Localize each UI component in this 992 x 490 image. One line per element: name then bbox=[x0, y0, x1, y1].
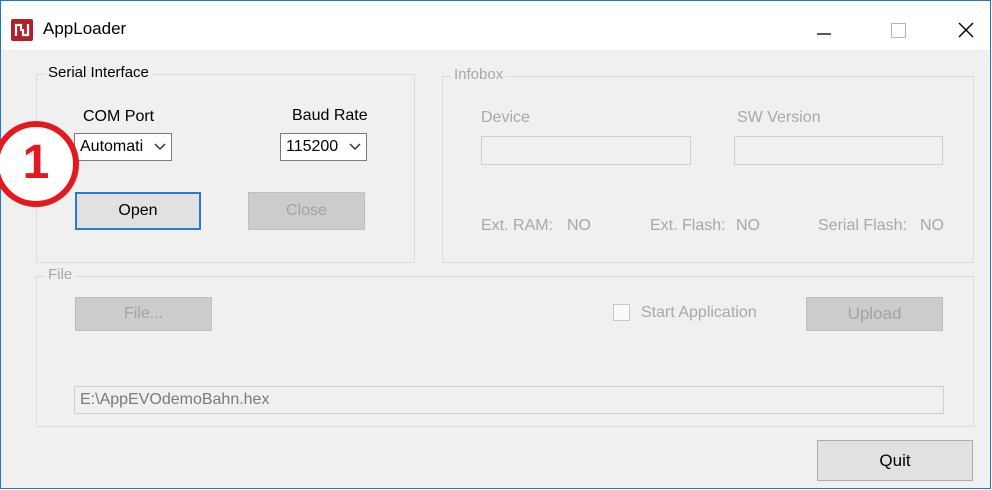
ext-flash-label: Ext. Flash: bbox=[650, 217, 726, 234]
open-button[interactable]: Open bbox=[75, 192, 201, 230]
file-label: File bbox=[45, 266, 76, 283]
maximize-icon bbox=[891, 23, 906, 38]
com-port-select[interactable]: Automati bbox=[74, 133, 172, 161]
start-application-label: Start Application bbox=[641, 304, 757, 321]
app-icon bbox=[11, 19, 33, 41]
ext-ram-label: Ext. RAM: bbox=[481, 217, 554, 234]
chevron-down-icon bbox=[154, 143, 166, 151]
minimize-icon bbox=[817, 33, 831, 35]
baud-rate-select[interactable]: 115200 bbox=[280, 133, 367, 161]
infobox-label: Infobox bbox=[451, 66, 507, 83]
serial-flash-label: Serial Flash: bbox=[818, 217, 907, 234]
minimize-button[interactable] bbox=[803, 15, 843, 45]
file-path-value: E:\AppEVOdemoBahn.hex bbox=[80, 391, 270, 408]
close-window-button[interactable] bbox=[946, 15, 986, 45]
chevron-down-icon bbox=[349, 143, 361, 151]
baud-rate-label: Baud Rate bbox=[292, 107, 368, 124]
serial-flash-value: NO bbox=[920, 217, 944, 234]
quit-button[interactable]: Quit bbox=[817, 440, 973, 481]
ext-ram-value: NO bbox=[567, 217, 591, 234]
maximize-button[interactable] bbox=[878, 15, 918, 45]
step-marker-number: 1 bbox=[22, 136, 50, 189]
sw-version-label: SW Version bbox=[737, 109, 821, 126]
apploader-window: AppLoader Serial Interface COM Port Auto… bbox=[0, 0, 991, 489]
title-bar: AppLoader bbox=[1, 1, 990, 50]
com-port-value: Automati bbox=[80, 138, 144, 155]
upload-button[interactable]: Upload bbox=[806, 297, 943, 331]
ext-flash-value: NO bbox=[736, 217, 760, 234]
com-port-label: COM Port bbox=[83, 108, 155, 125]
start-application-checkbox[interactable] bbox=[613, 304, 630, 321]
baud-rate-value: 115200 bbox=[286, 138, 339, 155]
serial-interface-group: Serial Interface bbox=[36, 64, 415, 263]
sw-version-field[interactable] bbox=[734, 136, 943, 165]
close-port-button[interactable]: Close bbox=[248, 192, 365, 230]
file-path-field[interactable]: E:\AppEVOdemoBahn.hex bbox=[74, 386, 944, 414]
device-label: Device bbox=[481, 109, 530, 126]
window-title: AppLoader bbox=[43, 19, 127, 38]
file-button[interactable]: File... bbox=[75, 297, 212, 331]
serial-interface-label: Serial Interface bbox=[45, 64, 152, 81]
close-icon bbox=[958, 22, 974, 38]
device-field[interactable] bbox=[481, 136, 691, 165]
